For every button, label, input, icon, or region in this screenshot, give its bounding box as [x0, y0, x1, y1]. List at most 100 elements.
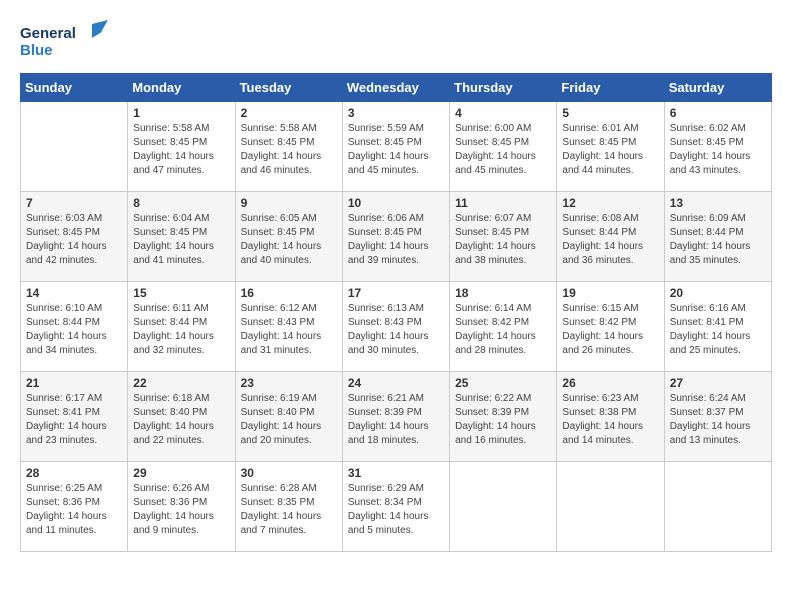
calendar-cell: 10 Sunrise: 6:06 AMSunset: 8:45 PMDayligh…	[342, 192, 449, 282]
day-number: 4	[455, 106, 551, 120]
calendar-week-5: 28 Sunrise: 6:25 AMSunset: 8:36 PMDayligh…	[21, 462, 772, 552]
day-number: 10	[348, 196, 444, 210]
day-info: Sunrise: 6:23 AMSunset: 8:38 PMDaylight:…	[562, 392, 658, 448]
day-info: Sunrise: 6:03 AMSunset: 8:45 PMDaylight:…	[26, 212, 122, 268]
calendar-cell: 18Sunrise: 6:14 AMSunset: 8:42 PMDayligh…	[450, 282, 557, 372]
day-number: 25	[455, 376, 551, 390]
calendar-cell: 9 Sunrise: 6:05 AMSunset: 8:45 PMDaylight…	[235, 192, 342, 282]
day-number: 13	[670, 196, 766, 210]
day-number: 30	[241, 466, 337, 480]
calendar-cell	[664, 462, 771, 552]
day-number: 8	[133, 196, 229, 210]
day-info: Sunrise: 6:29 AMSunset: 8:34 PMDaylight:…	[348, 482, 444, 538]
day-number: 22	[133, 376, 229, 390]
calendar-cell: 31 Sunrise: 6:29 AMSunset: 8:34 PMDayligh…	[342, 462, 449, 552]
day-number: 11	[455, 196, 551, 210]
day-info: Sunrise: 6:06 AMSunset: 8:45 PMDaylight:…	[348, 212, 444, 268]
calendar-cell: 15 Sunrise: 6:11 AMSunset: 8:44 PMDayligh…	[128, 282, 235, 372]
svg-text:Blue: Blue	[20, 42, 53, 59]
calendar-cell: 11Sunrise: 6:07 AMSunset: 8:45 PMDayligh…	[450, 192, 557, 282]
day-info: Sunrise: 6:00 AMSunset: 8:45 PMDaylight:…	[455, 122, 551, 178]
header-row: SundayMondayTuesdayWednesdayThursdayFrid…	[21, 74, 772, 102]
calendar-week-1: 1 Sunrise: 5:58 AMSunset: 8:45 PMDaylight…	[21, 102, 772, 192]
day-number: 15	[133, 286, 229, 300]
header-day-thursday: Thursday	[450, 74, 557, 102]
day-number: 23	[241, 376, 337, 390]
calendar-cell: 7 Sunrise: 6:03 AMSunset: 8:45 PMDaylight…	[21, 192, 128, 282]
calendar-cell: 14 Sunrise: 6:10 AMSunset: 8:44 PMDayligh…	[21, 282, 128, 372]
calendar-cell: 29Sunrise: 6:26 AMSunset: 8:36 PMDayligh…	[128, 462, 235, 552]
calendar-week-3: 14 Sunrise: 6:10 AMSunset: 8:44 PMDayligh…	[21, 282, 772, 372]
day-number: 31	[348, 466, 444, 480]
day-number: 14	[26, 286, 122, 300]
calendar-cell: 16Sunrise: 6:12 AMSunset: 8:43 PMDayligh…	[235, 282, 342, 372]
header-day-saturday: Saturday	[664, 74, 771, 102]
day-info: Sunrise: 6:04 AMSunset: 8:45 PMDaylight:…	[133, 212, 229, 268]
calendar-cell: 28 Sunrise: 6:25 AMSunset: 8:36 PMDayligh…	[21, 462, 128, 552]
calendar-cell: 26Sunrise: 6:23 AMSunset: 8:38 PMDayligh…	[557, 372, 664, 462]
calendar-cell: 19Sunrise: 6:15 AMSunset: 8:42 PMDayligh…	[557, 282, 664, 372]
calendar-cell: 17 Sunrise: 6:13 AMSunset: 8:43 PMDayligh…	[342, 282, 449, 372]
day-info: Sunrise: 5:58 AMSunset: 8:45 PMDaylight:…	[133, 122, 229, 178]
day-number: 17	[348, 286, 444, 300]
day-number: 19	[562, 286, 658, 300]
logo-icon: General Blue	[20, 20, 110, 65]
day-info: Sunrise: 6:24 AMSunset: 8:37 PMDaylight:…	[670, 392, 766, 448]
calendar-cell: 21 Sunrise: 6:17 AMSunset: 8:41 PMDayligh…	[21, 372, 128, 462]
calendar-cell: 30 Sunrise: 6:28 AMSunset: 8:35 PMDayligh…	[235, 462, 342, 552]
svg-text:General: General	[20, 25, 76, 42]
header-day-friday: Friday	[557, 74, 664, 102]
day-number: 5	[562, 106, 658, 120]
calendar-cell: 22 Sunrise: 6:18 AMSunset: 8:40 PMDayligh…	[128, 372, 235, 462]
day-number: 2	[241, 106, 337, 120]
day-info: Sunrise: 6:19 AMSunset: 8:40 PMDaylight:…	[241, 392, 337, 448]
calendar-cell: 13 Sunrise: 6:09 AMSunset: 8:44 PMDayligh…	[664, 192, 771, 282]
day-number: 7	[26, 196, 122, 210]
calendar-cell: 8 Sunrise: 6:04 AMSunset: 8:45 PMDaylight…	[128, 192, 235, 282]
calendar-cell	[557, 462, 664, 552]
day-number: 9	[241, 196, 337, 210]
calendar-cell: 1 Sunrise: 5:58 AMSunset: 8:45 PMDaylight…	[128, 102, 235, 192]
calendar-cell: 2 Sunrise: 5:58 AMSunset: 8:45 PMDaylight…	[235, 102, 342, 192]
day-info: Sunrise: 6:09 AMSunset: 8:44 PMDaylight:…	[670, 212, 766, 268]
day-info: Sunrise: 6:11 AMSunset: 8:44 PMDaylight:…	[133, 302, 229, 358]
day-info: Sunrise: 6:21 AMSunset: 8:39 PMDaylight:…	[348, 392, 444, 448]
page-header: General Blue	[20, 20, 772, 65]
day-info: Sunrise: 6:08 AMSunset: 8:44 PMDaylight:…	[562, 212, 658, 268]
day-info: Sunrise: 6:10 AMSunset: 8:44 PMDaylight:…	[26, 302, 122, 358]
day-info: Sunrise: 5:59 AMSunset: 8:45 PMDaylight:…	[348, 122, 444, 178]
day-info: Sunrise: 6:25 AMSunset: 8:36 PMDaylight:…	[26, 482, 122, 538]
day-number: 3	[348, 106, 444, 120]
calendar-cell: 23 Sunrise: 6:19 AMSunset: 8:40 PMDayligh…	[235, 372, 342, 462]
day-number: 27	[670, 376, 766, 390]
day-info: Sunrise: 6:13 AMSunset: 8:43 PMDaylight:…	[348, 302, 444, 358]
calendar-cell: 12Sunrise: 6:08 AMSunset: 8:44 PMDayligh…	[557, 192, 664, 282]
day-number: 6	[670, 106, 766, 120]
day-number: 21	[26, 376, 122, 390]
day-info: Sunrise: 6:17 AMSunset: 8:41 PMDaylight:…	[26, 392, 122, 448]
day-info: Sunrise: 6:01 AMSunset: 8:45 PMDaylight:…	[562, 122, 658, 178]
day-info: Sunrise: 5:58 AMSunset: 8:45 PMDaylight:…	[241, 122, 337, 178]
logo: General Blue	[20, 20, 110, 65]
calendar-cell: 3 Sunrise: 5:59 AMSunset: 8:45 PMDaylight…	[342, 102, 449, 192]
calendar-table: SundayMondayTuesdayWednesdayThursdayFrid…	[20, 73, 772, 552]
day-number: 28	[26, 466, 122, 480]
calendar-header: SundayMondayTuesdayWednesdayThursdayFrid…	[21, 74, 772, 102]
day-info: Sunrise: 6:02 AMSunset: 8:45 PMDaylight:…	[670, 122, 766, 178]
day-info: Sunrise: 6:28 AMSunset: 8:35 PMDaylight:…	[241, 482, 337, 538]
calendar-week-2: 7 Sunrise: 6:03 AMSunset: 8:45 PMDaylight…	[21, 192, 772, 282]
day-number: 29	[133, 466, 229, 480]
day-info: Sunrise: 6:05 AMSunset: 8:45 PMDaylight:…	[241, 212, 337, 268]
day-number: 24	[348, 376, 444, 390]
calendar-cell: 24 Sunrise: 6:21 AMSunset: 8:39 PMDayligh…	[342, 372, 449, 462]
day-info: Sunrise: 6:12 AMSunset: 8:43 PMDaylight:…	[241, 302, 337, 358]
day-number: 1	[133, 106, 229, 120]
header-day-wednesday: Wednesday	[342, 74, 449, 102]
calendar-body: 1 Sunrise: 5:58 AMSunset: 8:45 PMDaylight…	[21, 102, 772, 552]
calendar-cell: 5 Sunrise: 6:01 AMSunset: 8:45 PMDaylight…	[557, 102, 664, 192]
calendar-week-4: 21 Sunrise: 6:17 AMSunset: 8:41 PMDayligh…	[21, 372, 772, 462]
day-number: 18	[455, 286, 551, 300]
header-day-sunday: Sunday	[21, 74, 128, 102]
day-info: Sunrise: 6:18 AMSunset: 8:40 PMDaylight:…	[133, 392, 229, 448]
day-number: 20	[670, 286, 766, 300]
